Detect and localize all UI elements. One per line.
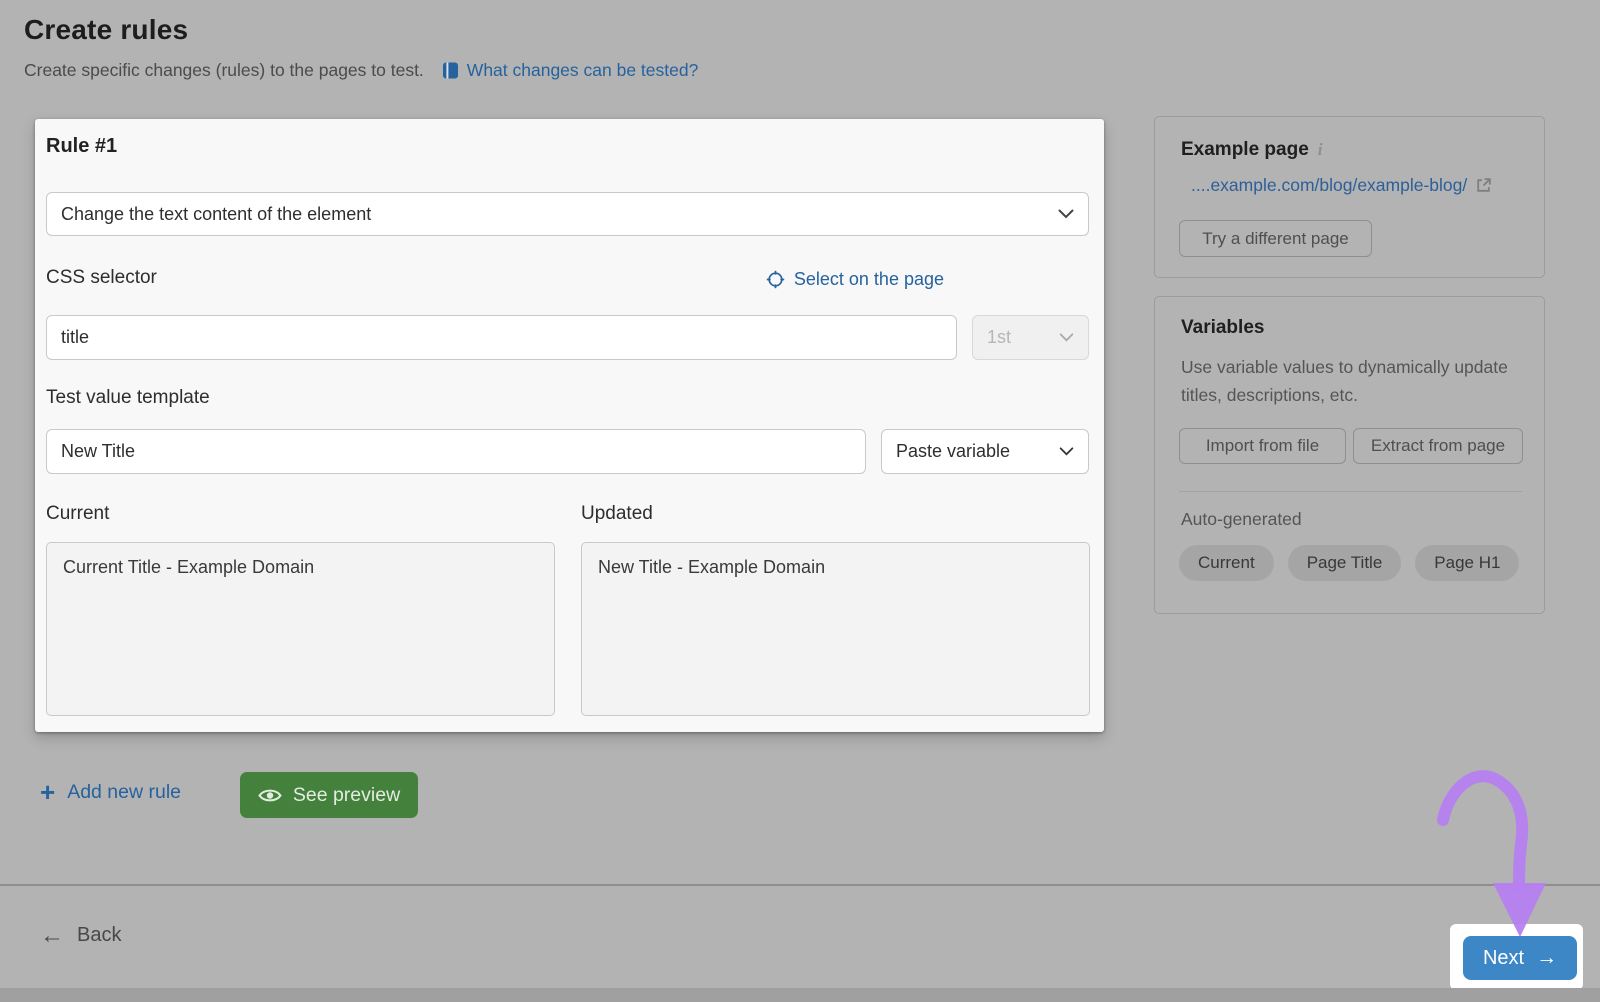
create-rules-screen: Create rules Create specific changes (ru… [0, 0, 1600, 1002]
add-new-rule-button[interactable]: + Add new rule [40, 780, 181, 804]
example-page-card: Example page i ....example.com/blog/exam… [1154, 116, 1545, 278]
next-button-highlight: Next → [1450, 924, 1583, 990]
extract-from-page-button[interactable]: Extract from page [1353, 428, 1523, 464]
annotation-arrow [1420, 755, 1570, 950]
info-icon[interactable]: i [1318, 140, 1323, 160]
next-arrow-icon: → [1536, 949, 1557, 967]
example-page-url: ....example.com/blog/example-blog/ [1191, 175, 1467, 196]
back-label: Back [77, 924, 121, 947]
current-label: Current [46, 503, 109, 525]
example-page-title: Example page [1181, 139, 1309, 161]
next-button[interactable]: Next → [1463, 936, 1577, 980]
see-preview-button[interactable]: See preview [240, 772, 418, 818]
auto-generated-chips: Current Page Title Page H1 [1179, 545, 1519, 581]
try-different-page-button[interactable]: Try a different page [1179, 220, 1372, 257]
current-preview-box: Current Title - Example Domain [46, 542, 555, 716]
variables-title-row: Variables [1181, 317, 1264, 339]
bottom-strip [0, 988, 1600, 1002]
rule-action-select[interactable]: Change the text content of the element [46, 192, 1089, 236]
paste-variable-select[interactable]: Paste variable [881, 429, 1089, 474]
rule-card: Rule #1 Change the text content of the e… [35, 119, 1104, 732]
chevron-down-icon [1059, 447, 1074, 456]
variables-description: Use variable values to dynamically updat… [1181, 353, 1516, 409]
page-subtitle: Create specific changes (rules) to the p… [24, 60, 424, 81]
test-value-input[interactable] [46, 429, 866, 474]
css-selector-input[interactable] [46, 315, 957, 360]
variables-card: Variables Use variable values to dynamic… [1154, 296, 1545, 614]
variables-buttons-row: Import from file Extract from page [1179, 428, 1523, 464]
current-preview-text: Current Title - Example Domain [63, 557, 314, 577]
back-button[interactable]: ← Back [40, 924, 121, 947]
paste-variable-label: Paste variable [896, 441, 1010, 462]
chip-current[interactable]: Current [1179, 545, 1274, 581]
crosshair-icon [766, 270, 785, 289]
eye-icon [258, 787, 282, 804]
see-preview-label: See preview [293, 784, 400, 807]
select-on-page-label: Select on the page [794, 269, 944, 290]
book-icon [442, 61, 459, 80]
back-arrow-icon: ← [40, 926, 64, 946]
help-link-label: What changes can be tested? [467, 60, 699, 81]
variables-title: Variables [1181, 317, 1264, 339]
example-page-url-link[interactable]: ....example.com/blog/example-blog/ [1191, 175, 1492, 196]
rule-action-select-value: Change the text content of the element [61, 204, 371, 225]
updated-preview-box: New Title - Example Domain [581, 542, 1090, 716]
example-page-title-row: Example page i [1181, 139, 1323, 161]
next-label: Next [1483, 947, 1524, 970]
add-new-rule-label: Add new rule [67, 781, 181, 804]
footer-divider [0, 884, 1600, 886]
match-index-value: 1st [987, 327, 1011, 348]
match-index-select[interactable]: 1st [972, 315, 1089, 360]
select-on-page-link[interactable]: Select on the page [766, 269, 944, 290]
page-title: Create rules [24, 14, 188, 46]
rule-title: Rule #1 [46, 135, 117, 158]
plus-icon: + [40, 780, 55, 804]
updated-preview-text: New Title - Example Domain [598, 557, 825, 577]
test-value-label: Test value template [46, 387, 210, 409]
auto-generated-label: Auto-generated [1181, 509, 1302, 530]
divider [1179, 491, 1522, 492]
updated-label: Updated [581, 503, 653, 525]
page-subtitle-row: Create specific changes (rules) to the p… [24, 60, 698, 81]
chevron-down-icon [1058, 209, 1074, 219]
help-link[interactable]: What changes can be tested? [442, 60, 699, 81]
chip-page-title[interactable]: Page Title [1288, 545, 1402, 581]
external-link-icon [1475, 177, 1492, 194]
css-selector-label: CSS selector [46, 267, 157, 289]
chip-page-h1[interactable]: Page H1 [1415, 545, 1519, 581]
import-from-file-button[interactable]: Import from file [1179, 428, 1346, 464]
chevron-down-icon [1059, 333, 1074, 342]
